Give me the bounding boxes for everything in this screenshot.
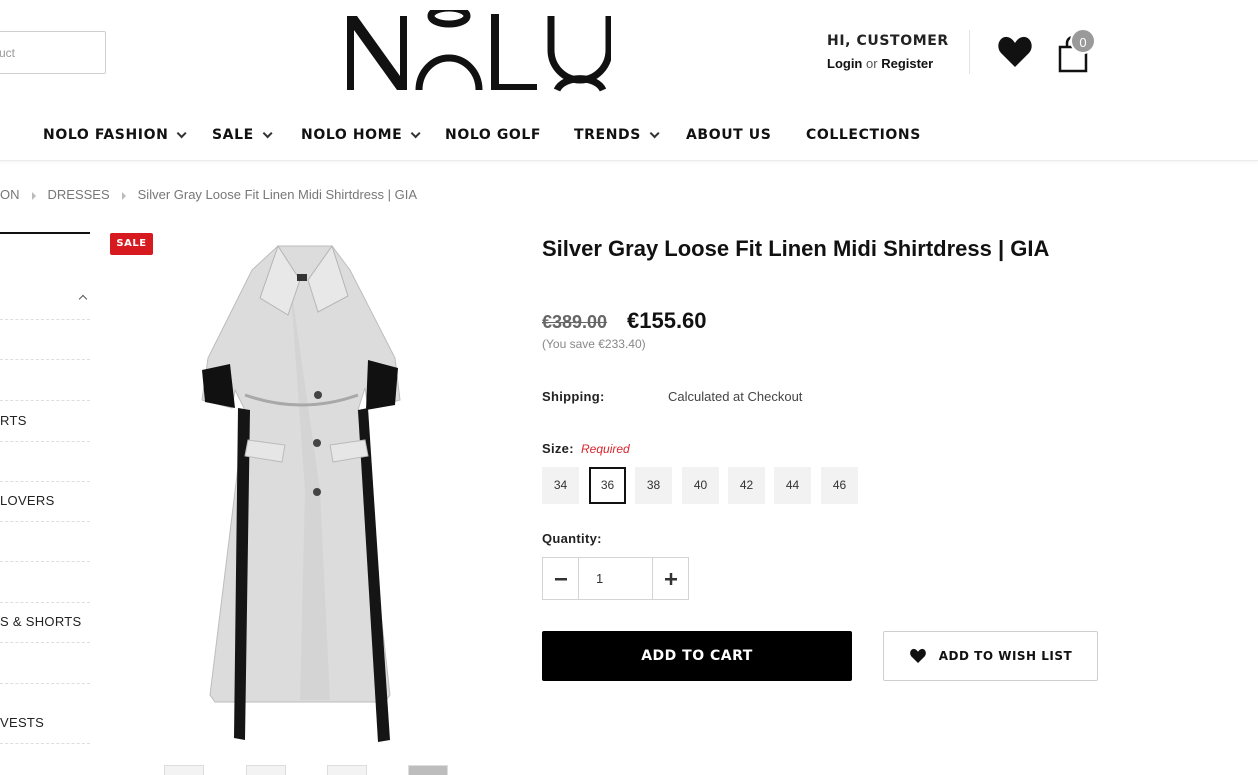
thumbnail[interactable] bbox=[246, 765, 286, 775]
nav-item-sale[interactable]: SALE bbox=[212, 127, 273, 143]
account-links: Login or Register bbox=[827, 56, 949, 71]
size-option-34[interactable]: 34 bbox=[542, 467, 579, 504]
sidebar-row[interactable] bbox=[0, 361, 90, 401]
nav-item-nolo-fashion[interactable]: NOLO FASHION bbox=[43, 127, 188, 143]
chevron-down-icon bbox=[262, 128, 273, 139]
savings-text: (You save €233.40) bbox=[542, 337, 646, 351]
sidebar-row[interactable] bbox=[0, 442, 90, 482]
sale-badge: SALE bbox=[110, 233, 153, 255]
decrease-quantity-button[interactable] bbox=[543, 558, 579, 599]
nav-label: ABOUT US bbox=[686, 127, 772, 143]
thumbnail[interactable] bbox=[408, 765, 448, 775]
breadcrumb-current: Silver Gray Loose Fit Linen Midi Shirtdr… bbox=[137, 187, 418, 202]
chevron-down-icon bbox=[177, 128, 188, 139]
sidebar-item[interactable]: VESTS bbox=[0, 704, 90, 744]
or-text: or bbox=[866, 56, 878, 71]
breadcrumb-item[interactable]: ON bbox=[0, 187, 20, 202]
nav-item-nolo-home[interactable]: NOLO HOME bbox=[301, 127, 421, 143]
size-label: Size: bbox=[542, 441, 574, 456]
product-image[interactable] bbox=[190, 240, 420, 745]
greeting: HI, CUSTOMER bbox=[827, 33, 949, 49]
size-option-44[interactable]: 44 bbox=[774, 467, 811, 504]
search-field[interactable] bbox=[0, 31, 106, 74]
nav-label: NOLO FASHION bbox=[43, 127, 169, 143]
nav-label: SALE bbox=[212, 127, 254, 143]
login-link[interactable]: Login bbox=[827, 56, 862, 71]
sidebar-item[interactable]: LOVERS bbox=[0, 482, 90, 522]
size-option-38[interactable]: 38 bbox=[635, 467, 672, 504]
sidebar-item-label: S & SHORTS bbox=[0, 614, 82, 629]
account-area: HI, CUSTOMER Login or Register bbox=[827, 33, 949, 71]
nav-item-about-us[interactable]: ABOUT US bbox=[686, 127, 771, 143]
size-required-note: Required bbox=[581, 442, 630, 456]
product-title: Silver Gray Loose Fit Linen Midi Shirtdr… bbox=[542, 236, 1050, 261]
cart-count-badge: 0 bbox=[1070, 28, 1096, 54]
header-divider bbox=[969, 30, 970, 74]
sale-price: €155.60 bbox=[627, 308, 707, 333]
shipping-value: Calculated at Checkout bbox=[668, 389, 803, 404]
sidebar-item[interactable]: RTS bbox=[0, 402, 90, 442]
thumbnail[interactable] bbox=[327, 765, 367, 775]
register-link[interactable]: Register bbox=[881, 56, 933, 71]
main-nav: NOLO FASHION SALE NOLO HOME NOLO GOLF TR… bbox=[0, 111, 1258, 161]
size-option-40[interactable]: 40 bbox=[682, 467, 719, 504]
breadcrumb-separator-icon bbox=[31, 191, 36, 200]
sidebar-top-rule bbox=[0, 232, 90, 234]
breadcrumb: ON DRESSES Silver Gray Loose Fit Linen Mid… bbox=[0, 187, 417, 202]
sidebar-row[interactable] bbox=[0, 644, 90, 684]
plus-icon bbox=[664, 572, 677, 585]
nav-item-nolo-golf[interactable]: NOLO GOLF bbox=[445, 127, 541, 143]
heart-icon bbox=[909, 648, 926, 664]
breadcrumb-item[interactable]: DRESSES bbox=[48, 187, 110, 202]
nolo-logo[interactable] bbox=[345, 10, 611, 94]
wishlist-heart-icon[interactable] bbox=[997, 35, 1033, 69]
quantity-stepper bbox=[542, 557, 689, 600]
search-input[interactable] bbox=[0, 45, 105, 60]
sidebar-item-label: RTS bbox=[0, 413, 27, 428]
sidebar-item-label: VESTS bbox=[0, 715, 45, 730]
breadcrumb-separator-icon bbox=[121, 191, 126, 200]
increase-quantity-button[interactable] bbox=[652, 558, 688, 599]
add-to-wishlist-button[interactable]: ADD TO WISH LIST bbox=[883, 631, 1098, 681]
nav-label: NOLO GOLF bbox=[445, 127, 542, 143]
sidebar-row[interactable] bbox=[0, 320, 90, 360]
nav-label: TRENDS bbox=[574, 127, 641, 143]
add-to-cart-button[interactable]: ADD TO CART bbox=[542, 631, 852, 681]
sidebar-row[interactable] bbox=[0, 563, 90, 603]
wishlist-label: ADD TO WISH LIST bbox=[938, 649, 1073, 663]
nav-item-collections[interactable]: COLLECTIONS bbox=[806, 127, 921, 143]
shipping-label: Shipping: bbox=[542, 389, 605, 404]
nav-item-trends[interactable]: TRENDS bbox=[574, 127, 660, 143]
nav-label: COLLECTIONS bbox=[806, 127, 921, 143]
sidebar-item-label: LOVERS bbox=[0, 493, 55, 508]
size-option-36[interactable]: 36 bbox=[589, 467, 626, 504]
category-sidebar: RTS LOVERS S & SHORTS VESTS bbox=[0, 232, 90, 744]
sidebar-row[interactable] bbox=[0, 280, 90, 320]
size-option-46[interactable]: 46 bbox=[821, 467, 858, 504]
thumbnail[interactable] bbox=[164, 765, 204, 775]
quantity-input[interactable] bbox=[579, 558, 652, 599]
quantity-label: Quantity: bbox=[542, 531, 602, 546]
sidebar-row[interactable] bbox=[0, 522, 90, 562]
chevron-down-icon bbox=[649, 128, 660, 139]
sidebar-item[interactable]: S & SHORTS bbox=[0, 603, 90, 643]
chevron-down-icon bbox=[411, 128, 421, 139]
original-price: €389.00 bbox=[542, 312, 608, 332]
size-option-42[interactable]: 42 bbox=[728, 467, 765, 504]
nav-label: NOLO HOME bbox=[301, 127, 403, 143]
minus-icon bbox=[554, 577, 567, 580]
